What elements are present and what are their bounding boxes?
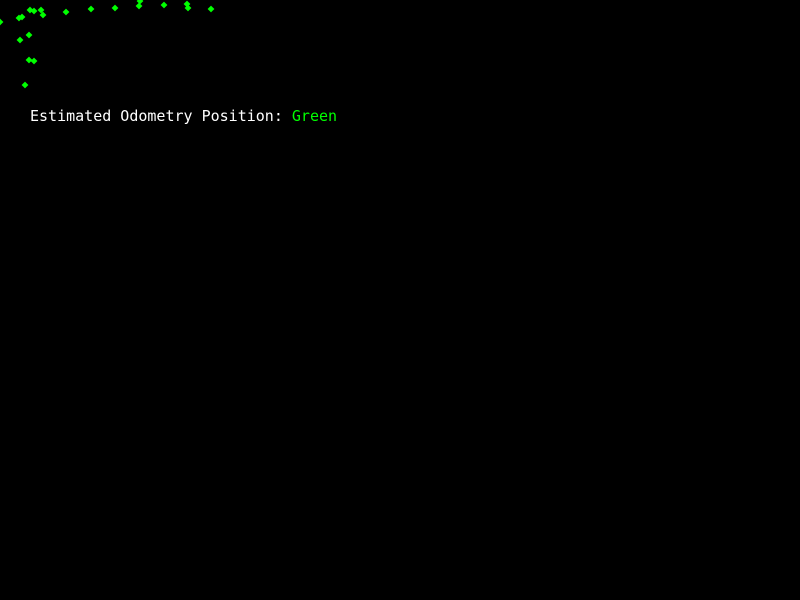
odometry-marker	[25, 56, 33, 64]
odometry-viewport: Estimated Odometry Position: Green	[0, 0, 800, 600]
legend-label: Estimated Odometry Position:	[30, 107, 283, 125]
odometry-marker	[30, 57, 38, 65]
odometry-marker	[111, 4, 119, 12]
odometry-marker	[62, 8, 70, 16]
odometry-marker	[0, 18, 4, 26]
legend-color-name: Green	[291, 107, 338, 125]
odometry-legend: Estimated Odometry Position: Green	[30, 106, 337, 126]
odometry-marker	[207, 5, 215, 13]
odometry-markers	[0, 0, 215, 89]
odometry-plot	[0, 0, 215, 89]
odometry-marker	[25, 31, 33, 39]
odometry-marker	[87, 5, 95, 13]
odometry-marker	[160, 1, 168, 9]
odometry-marker	[16, 36, 24, 44]
odometry-marker	[135, 2, 143, 10]
odometry-marker	[21, 81, 29, 89]
odometry-marker	[136, 0, 144, 5]
